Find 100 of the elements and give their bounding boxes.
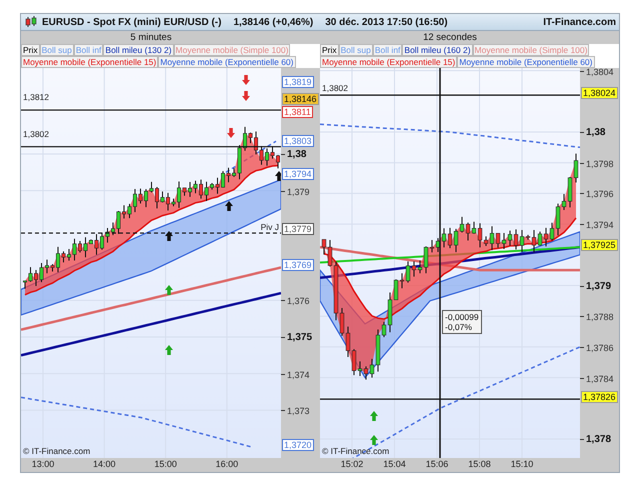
period-label: 12 secondes bbox=[422, 31, 478, 44]
price-tag: 1,38024 bbox=[581, 87, 618, 100]
copyright-text: © IT-Finance.com bbox=[322, 446, 390, 456]
candle-chart-icon bbox=[24, 16, 38, 28]
legend-item[interactable]: Boll sup bbox=[40, 44, 74, 56]
legend-item[interactable]: Moyenne mobile (Simple 100) bbox=[472, 44, 590, 56]
arrow-up-icon bbox=[370, 411, 378, 421]
arrow-up-icon bbox=[275, 171, 281, 181]
time-label: 16:00 bbox=[216, 459, 238, 469]
legend-item[interactable]: Prix bbox=[21, 44, 40, 56]
axis-label: 1,3788 bbox=[586, 312, 614, 322]
candlestick bbox=[226, 167, 230, 183]
legend-item[interactable]: Boll inf bbox=[372, 44, 402, 56]
price-tag: 1,37826 bbox=[581, 391, 618, 404]
axis-label: 1,374 bbox=[287, 370, 310, 380]
arrow-up-icon bbox=[165, 231, 173, 241]
candlestick bbox=[216, 177, 220, 194]
axis-label: 1,38 bbox=[586, 128, 606, 138]
legend-item[interactable]: Moyenne mobile (Simple 100) bbox=[174, 44, 290, 56]
candlestick bbox=[194, 180, 198, 194]
value-tooltip: -0,00099 -0,07% bbox=[442, 310, 482, 334]
candlestick bbox=[221, 170, 225, 188]
legend-item[interactable]: Boll mileu (160 2) bbox=[402, 44, 473, 56]
candlestick bbox=[67, 248, 71, 262]
axis-label: 1,3786 bbox=[586, 342, 614, 353]
time-label: 15:00 bbox=[154, 459, 177, 469]
axis-label: 1,378 bbox=[586, 435, 612, 445]
price-tag: 1,38146 bbox=[282, 92, 319, 105]
brand-name: IT-Finance.com bbox=[543, 16, 616, 28]
candlestick bbox=[45, 259, 49, 274]
candlestick bbox=[89, 239, 93, 244]
candlestick bbox=[177, 181, 181, 208]
level-label: 1,3802 bbox=[23, 128, 49, 139]
candlestick bbox=[28, 266, 32, 282]
axis-label: 1,3798 bbox=[586, 158, 614, 169]
axis-label: 1,3794 bbox=[586, 220, 614, 230]
legend-item[interactable]: Moyenne mobile (Exponentielle 15) bbox=[21, 56, 158, 68]
candlestick bbox=[210, 182, 214, 190]
quote-value: 1,38146 (+0,46%) bbox=[233, 16, 314, 28]
arrow-up-icon bbox=[165, 285, 173, 295]
candlestick bbox=[122, 204, 126, 220]
legend-item[interactable]: Prix bbox=[320, 44, 339, 56]
time-label: 14:00 bbox=[93, 459, 116, 469]
candlestick bbox=[56, 246, 60, 273]
candlestick bbox=[40, 262, 44, 283]
arrow-up-icon bbox=[165, 345, 173, 355]
axis-label: 1,379 bbox=[586, 282, 612, 292]
time-label: 15:06 bbox=[426, 459, 448, 469]
candlestick bbox=[116, 210, 120, 234]
candlestick bbox=[128, 203, 132, 219]
candlestick bbox=[50, 264, 54, 272]
candlestick bbox=[254, 130, 258, 155]
candlestick bbox=[111, 222, 115, 236]
legend-item[interactable]: Moyenne mobile (Exponentielle 60) bbox=[457, 56, 594, 68]
time-label: 13:00 bbox=[32, 459, 54, 469]
price-tag: 1,37925 bbox=[581, 239, 618, 252]
candlestick bbox=[150, 181, 154, 193]
candlestick bbox=[270, 146, 274, 160]
legend-item[interactable]: Boll inf bbox=[74, 44, 104, 56]
axis-label: 1,376 bbox=[287, 296, 310, 306]
candlestick bbox=[94, 234, 98, 256]
price-tag: 1,3811 bbox=[282, 106, 313, 118]
candlestick bbox=[23, 280, 27, 290]
time-label: 15:04 bbox=[383, 459, 406, 469]
candlestick bbox=[133, 188, 137, 213]
axis-label: 1,38 bbox=[287, 150, 306, 160]
candlestick bbox=[260, 146, 264, 166]
legend-item[interactable]: Boll sup bbox=[338, 44, 373, 56]
legend-item[interactable]: Boll mileu (130 2) bbox=[103, 44, 174, 56]
price-tag: 1,3769 bbox=[282, 259, 314, 272]
candlestick bbox=[72, 238, 76, 262]
date-time: 30 déc. 2013 17:50 (16:50) bbox=[325, 16, 448, 28]
axis-label: 1,379 bbox=[287, 186, 310, 197]
legend-item[interactable]: Moyenne mobile (Exponentielle 60) bbox=[158, 56, 296, 68]
axis-label: 1,3804 bbox=[586, 66, 614, 77]
axis-label: 1,373 bbox=[287, 406, 310, 416]
legend-item[interactable]: Moyenne mobile (Exponentielle 15) bbox=[320, 56, 458, 68]
candlestick bbox=[276, 154, 280, 169]
candlestick bbox=[204, 181, 208, 202]
candlestick bbox=[172, 198, 176, 207]
instrument-name: EURUSD - Spot FX (mini) EUR/USD (-) bbox=[42, 16, 222, 28]
price-tag: 1,3803 bbox=[282, 135, 314, 148]
time-label: 15:10 bbox=[510, 459, 534, 469]
candlestick bbox=[199, 179, 203, 200]
candlestick bbox=[188, 181, 192, 198]
candlestick bbox=[62, 250, 66, 263]
candlestick bbox=[78, 240, 82, 253]
copyright-text: © IT-Finance.com bbox=[23, 446, 90, 456]
candlestick bbox=[243, 126, 247, 152]
candlestick bbox=[106, 228, 110, 244]
candlestick bbox=[238, 144, 242, 180]
level-label: 1,3802 bbox=[322, 83, 348, 94]
axis-label: 1,3784 bbox=[586, 374, 614, 384]
candlestick bbox=[182, 187, 186, 196]
arrow-down-icon bbox=[227, 128, 235, 138]
price-tag: 1,3794 bbox=[282, 168, 314, 180]
arrow-up-icon bbox=[370, 435, 378, 445]
candlestick bbox=[160, 191, 164, 203]
candlestick bbox=[248, 132, 252, 144]
period-label: 5 minutes bbox=[129, 31, 173, 44]
